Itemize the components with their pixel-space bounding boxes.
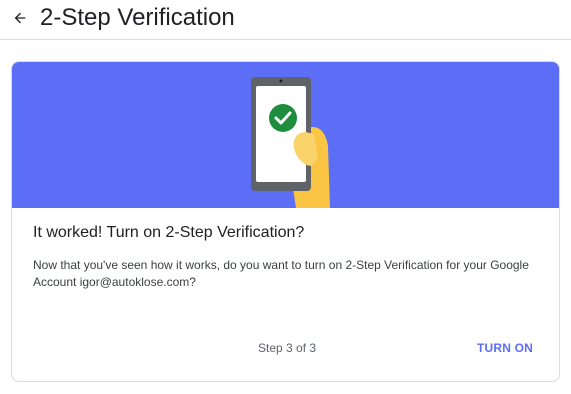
turn-on-button[interactable]: TURN ON (470, 334, 540, 362)
step-indicator: Step 3 of 3 (258, 341, 317, 355)
card-description-line-1: Now that you've seen how it works, do yo… (33, 258, 529, 272)
phone-checkmark-illustration (251, 77, 330, 208)
card-description-line-2: Account igor@autoklose.com? (33, 275, 196, 289)
hero-banner (12, 62, 559, 208)
phone-camera (279, 79, 283, 83)
check-circle-icon (269, 104, 297, 132)
card-title: It worked! Turn on 2-Step Verification? (33, 224, 305, 241)
arrow-back-icon (14, 12, 26, 24)
page-title: 2-Step Verification (40, 4, 235, 31)
phone-screen (256, 86, 306, 182)
card-description: Now that you've seen how it works, do yo… (33, 257, 533, 291)
back-button[interactable] (8, 6, 32, 30)
page-header: 2-Step Verification (0, 0, 571, 40)
verification-card: It worked! Turn on 2-Step Verification? … (11, 61, 560, 382)
